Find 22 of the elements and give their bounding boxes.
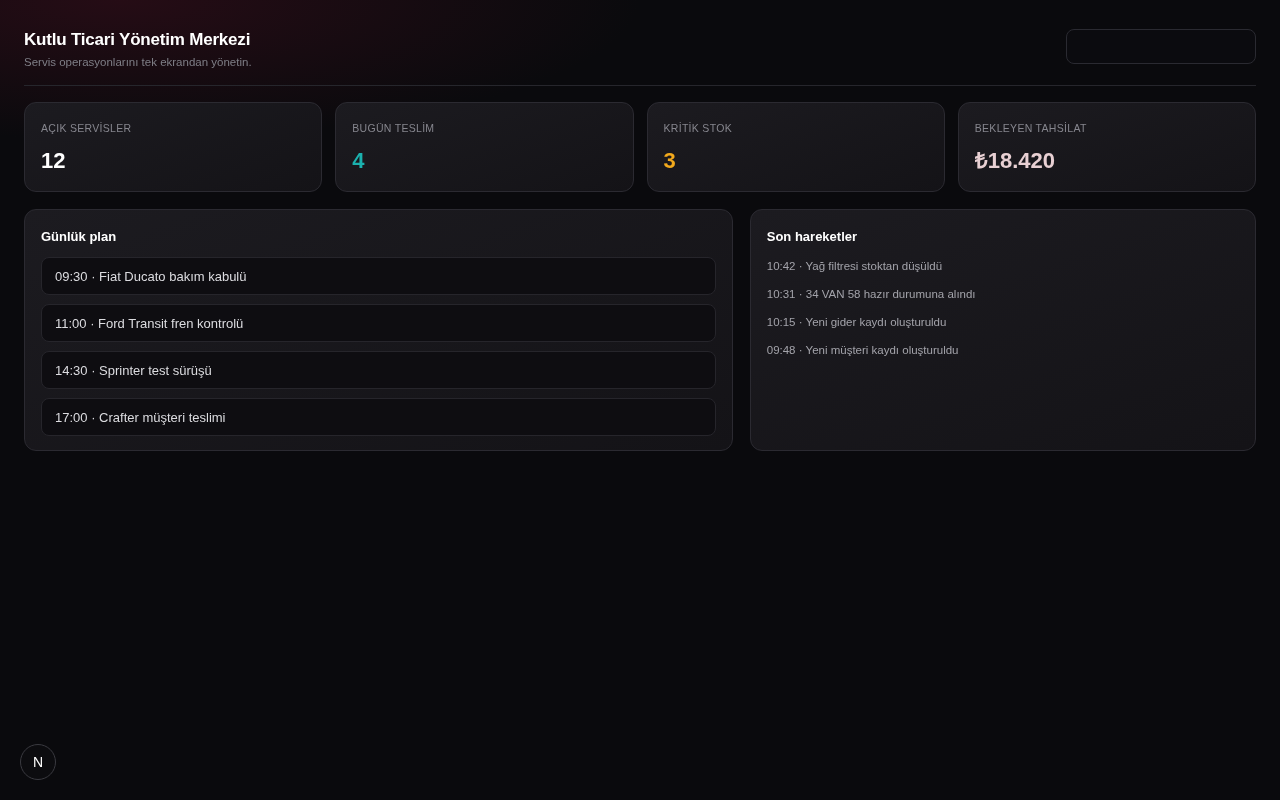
page-title: Kutlu Ticari Yönetim Merkezi bbox=[24, 30, 252, 50]
plan-item: 09:30 · Fiat Ducato bakım kabulü bbox=[41, 257, 716, 295]
stat-label: AÇIK SERVİSLER bbox=[41, 122, 133, 134]
stat-label: BEKLEYEN TAHSİLAT bbox=[974, 122, 1088, 134]
stat-value: 12 bbox=[41, 148, 66, 174]
page-subtitle: Servis operasyonlarını tek ekrandan yönetin. bbox=[24, 55, 252, 69]
activity-item: 09:48 · Yeni müşteri kaydı oluşturuldu bbox=[766, 343, 959, 357]
plan-item: 14:30 · Sprinter test sürüşü bbox=[41, 351, 716, 389]
plan-item: 17:00 · Crafter müşteri teslimi bbox=[41, 398, 716, 436]
stat-value: 4 bbox=[352, 148, 365, 174]
plan-item: 11:00 · Ford Transit fren kontrolü bbox=[41, 304, 716, 342]
dev-badge-button[interactable]: N bbox=[20, 744, 56, 780]
stat-label: BUGÜN TESLİM bbox=[352, 122, 436, 134]
input-field[interactable] bbox=[1066, 29, 1256, 64]
activity-item: 10:31 · 34 VAN 58 hazır durumuna alındı bbox=[766, 287, 976, 301]
activity-item: 10:42 · Yağ filtresi stoktan düşüldü bbox=[766, 259, 943, 273]
activity-item: 10:15 · Yeni gider kaydı oluşturuldu bbox=[766, 315, 947, 329]
panel-title: Günlük plan bbox=[41, 229, 118, 245]
stat-label: KRİTİK STOK bbox=[663, 122, 733, 134]
stat-value: 3 bbox=[663, 148, 676, 174]
stat-value: ₺18.420 bbox=[974, 148, 1056, 174]
panel-title: Son hareketler bbox=[766, 229, 859, 245]
